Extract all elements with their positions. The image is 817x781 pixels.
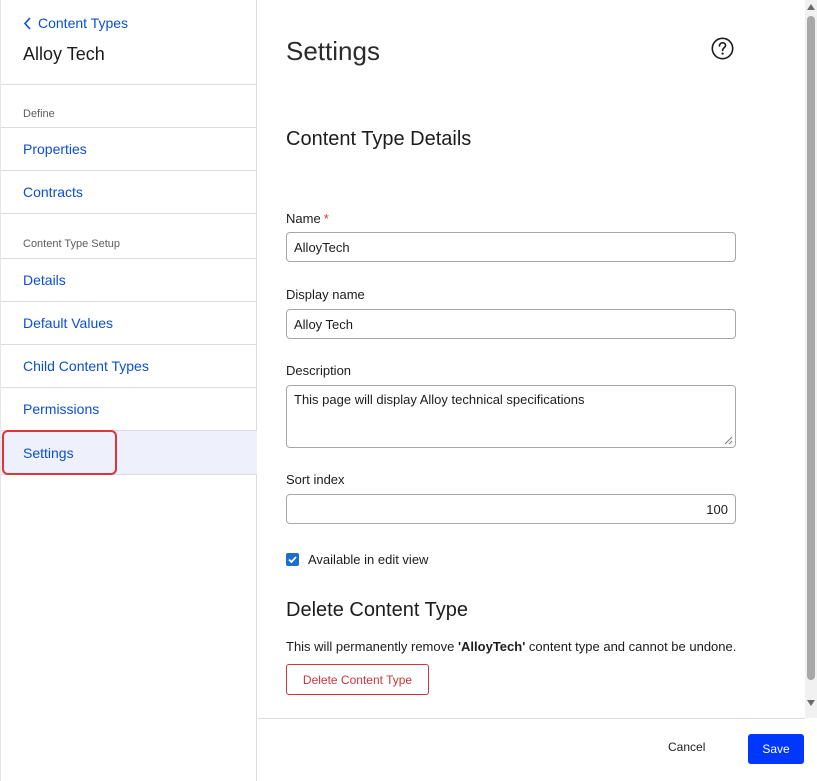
cancel-button[interactable]: Cancel [668,740,705,754]
scroll-down-arrow-icon[interactable] [807,700,815,706]
back-to-content-types-link[interactable]: Content Types [23,15,128,31]
sidebar-item-settings[interactable]: Settings [1,430,257,475]
name-input[interactable] [286,232,736,262]
name-label-text: Name [286,211,321,226]
resize-grip-icon[interactable] [724,436,733,445]
delete-description: This will permanently remove 'AlloyTech'… [286,639,736,654]
back-link-label: Content Types [38,15,129,31]
divider [1,84,257,85]
scrollbar-thumb[interactable] [807,16,815,680]
section-divider [1,213,257,258]
sort-index-input[interactable] [286,494,736,524]
footer-divider [258,718,805,719]
details-heading: Content Type Details [286,128,472,150]
sidebar-item-permissions[interactable]: Permissions [1,387,257,430]
delete-description-name: 'AlloyTech' [457,639,526,654]
scroll-up-arrow-icon[interactable] [807,4,815,10]
description-textarea[interactable]: This page will display Alloy technical s… [286,385,736,448]
sort-index-label: Sort index [286,472,345,487]
section-label-content-type-setup: Content Type Setup [23,238,121,250]
content-type-title: Alloy Tech [23,44,105,64]
sidebar-item-child-content-types[interactable]: Child Content Types [1,344,257,387]
display-name-label: Display name [286,287,365,302]
settings-panel: Settings Content Type Details Name* Disp… [258,0,805,718]
available-in-edit-view-checkbox[interactable] [286,553,299,566]
sidebar: Content Types Alloy Tech Define Properti… [0,0,257,781]
section-label-define: Define [23,108,55,120]
question-circle-icon[interactable] [711,37,734,60]
description-label: Description [286,363,352,378]
delete-heading: Delete Content Type [286,599,468,621]
delete-description-prefix: This will permanently remove [286,639,458,654]
display-name-input[interactable] [286,309,736,339]
required-mark: * [323,211,329,226]
name-label: Name * [286,211,329,226]
delete-content-type-button[interactable]: Delete Content Type [286,664,429,695]
page-title: Settings [286,36,380,66]
checkmark-icon [288,556,297,564]
sidebar-item-default-values[interactable]: Default Values [1,301,257,344]
sidebar-item-properties[interactable]: Properties [1,127,257,170]
sidebar-item-details[interactable]: Details [1,258,257,301]
delete-description-suffix: content type and cannot be undone. [525,639,737,654]
available-in-edit-view-label: Available in edit view [308,552,429,567]
vertical-scrollbar[interactable] [805,0,817,718]
save-button[interactable]: Save [748,734,804,764]
sidebar-item-contracts[interactable]: Contracts [1,170,257,213]
chevron-left-icon [23,16,31,30]
